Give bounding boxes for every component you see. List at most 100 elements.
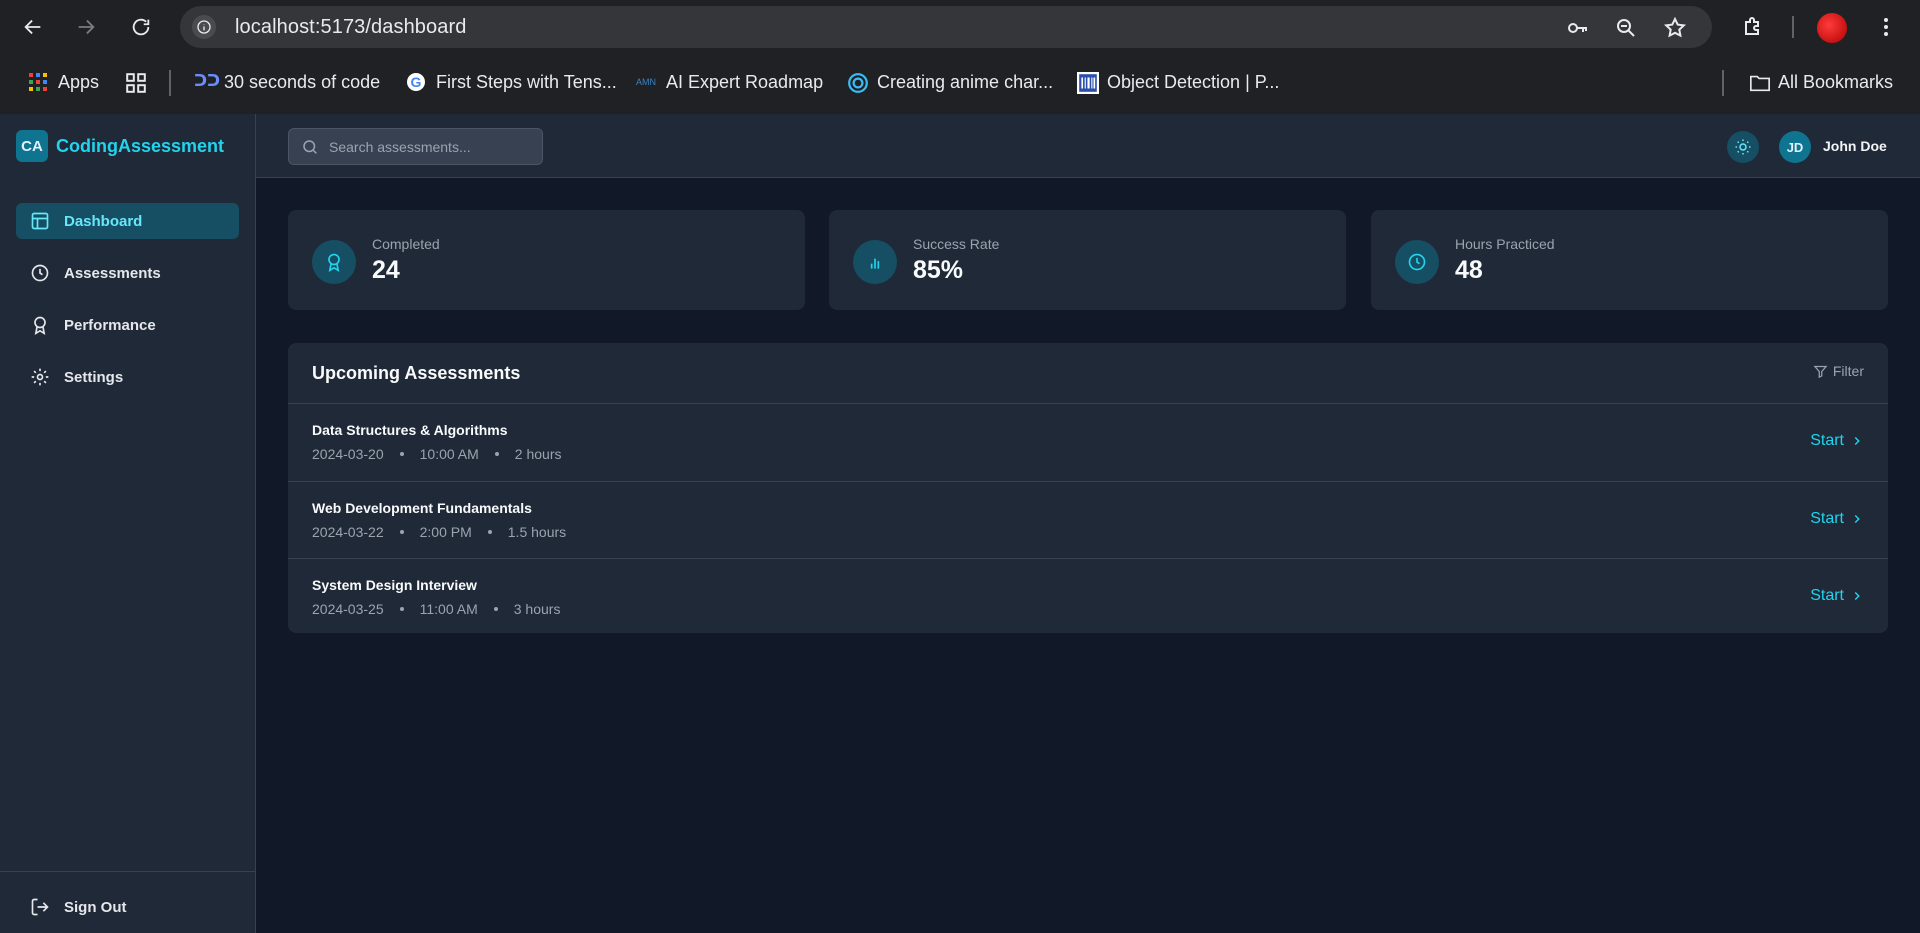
assessment-duration: 1.5 hours (507, 524, 567, 540)
assessment-row[interactable]: Data Structures & Algorithms 2024-03-20 … (288, 404, 1888, 481)
bookmark-star-icon[interactable] (1663, 16, 1687, 40)
chevron-right-icon (1854, 514, 1860, 524)
meta-dot (487, 530, 492, 534)
stat-label: Success Rate (913, 236, 1000, 252)
assessment-name: Data Structures & Algorithms (312, 422, 508, 438)
sidebar-item-dashboard[interactable]: Dashboard (16, 203, 239, 239)
brand-name: CodingAssessment (56, 135, 225, 156)
back-button[interactable] (16, 10, 50, 44)
bar-chart-icon (870, 258, 880, 269)
sidebar-item-label: Dashboard (64, 212, 143, 230)
assessment-time: 2:00 PM (419, 524, 472, 540)
toolbar-divider (1792, 16, 1794, 38)
filter-button[interactable]: Filter (1813, 363, 1864, 379)
start-label: Start (1810, 510, 1844, 527)
meta-dot (493, 607, 498, 611)
sidebar-item-assessments[interactable]: Assessments (16, 255, 239, 291)
password-key-icon[interactable] (1566, 16, 1590, 40)
bookmark-separator (1722, 70, 1724, 96)
assessment-row[interactable]: Web Development Fundamentals 2024-03-22 … (288, 482, 1888, 559)
bookmark-apps[interactable]: Apps (28, 70, 99, 94)
search-box[interactable] (288, 128, 543, 165)
theme-toggle-button[interactable] (1727, 131, 1759, 163)
assessment-name: Web Development Fundamentals (312, 500, 532, 516)
bookmark-label: 30 seconds of code (224, 71, 381, 92)
filter-label: Filter (1832, 363, 1864, 379)
google-icon: G (406, 72, 426, 92)
clock-icon (31, 264, 49, 282)
start-label: Start (1810, 432, 1844, 449)
sidebar-divider (0, 871, 256, 872)
bookmark-label: Object Detection | P... (1107, 71, 1280, 92)
sidebar-item-settings[interactable]: Settings (16, 359, 239, 395)
stat-value: 48 (1455, 256, 1483, 284)
assessment-time: 10:00 AM (419, 446, 479, 462)
gear-icon (31, 368, 49, 386)
zoom-icon[interactable] (1614, 16, 1638, 40)
anime-icon (847, 72, 868, 93)
browser-chrome: localhost:5173/dashboard Apps ᑐᑐ 30 seco… (0, 0, 1920, 114)
stat-value: 85% (913, 256, 964, 284)
search-icon (303, 139, 317, 154)
start-button[interactable]: Start (1810, 510, 1864, 528)
stat-label: Completed (372, 236, 440, 252)
start-button[interactable]: Start (1810, 432, 1864, 450)
extensions-button[interactable] (1738, 12, 1768, 42)
start-button[interactable]: Start (1810, 587, 1864, 605)
user-name[interactable]: John Doe (1823, 138, 1887, 154)
bookmark-30-seconds[interactable]: ᑐᑐ 30 seconds of code (194, 70, 380, 94)
search-input[interactable] (329, 138, 529, 155)
svg-text:G: G (411, 74, 422, 90)
back-arrow-icon (24, 19, 41, 35)
user-avatar[interactable]: JD (1779, 131, 1811, 163)
all-bookmarks-button[interactable]: All Bookmarks (1748, 70, 1893, 94)
bookmark-anime[interactable]: Creating anime char... (847, 70, 1053, 94)
chevron-right-icon (1854, 591, 1860, 601)
stat-icon-circle (1395, 240, 1439, 284)
filter-icon (1813, 365, 1828, 378)
assessment-name: System Design Interview (312, 577, 477, 593)
log-out-icon (31, 898, 49, 916)
apps-grid-icon (28, 72, 48, 92)
sign-out-label: Sign Out (64, 898, 127, 916)
assessment-date: 2024-03-22 (312, 524, 384, 540)
award-icon (328, 253, 340, 272)
browser-menu-button[interactable] (1871, 12, 1901, 42)
profile-avatar[interactable] (1817, 13, 1847, 43)
reload-button[interactable] (124, 10, 158, 44)
bookmark-tab-groups[interactable] (125, 70, 146, 94)
bookmark-label: Creating anime char... (877, 71, 1054, 92)
forward-button[interactable] (69, 10, 103, 44)
bookmark-tensorflow[interactable]: G First Steps with Tens... (406, 70, 617, 94)
sidebar: CA CodingAssessment Dashboard Assessment… (0, 114, 256, 933)
puzzle-icon (1745, 17, 1759, 35)
bookmark-object-detection[interactable]: Object Detection | P... (1077, 70, 1279, 94)
bookmark-label: AI Expert Roadmap (666, 71, 824, 92)
top-bar: JD John Doe (256, 114, 1920, 178)
url-text: localhost:5173/dashboard (235, 16, 467, 38)
sign-out-button[interactable]: Sign Out (16, 889, 239, 925)
assessment-time: 11:00 AM (419, 601, 478, 617)
app-root: CA CodingAssessment Dashboard Assessment… (0, 114, 1920, 933)
meta-dot (494, 452, 499, 456)
stat-value: 24 (372, 256, 400, 284)
sidebar-item-performance[interactable]: Performance (16, 307, 239, 343)
roadmap-icon: AMN (636, 77, 656, 87)
chevron-right-icon (1854, 436, 1860, 446)
assessment-row[interactable]: System Design Interview 2024-03-25 11:00… (288, 559, 1888, 633)
bookmarks-bar: Apps ᑐᑐ 30 seconds of code G First Steps… (0, 60, 1920, 104)
site-info-icon[interactable] (192, 15, 216, 39)
assessment-meta: 2024-03-22 2:00 PM 1.5 hours (312, 524, 566, 540)
folder-icon (1748, 72, 1770, 92)
stat-icon-circle (853, 240, 897, 284)
brand[interactable]: CA CodingAssessment (16, 130, 224, 162)
start-label: Start (1810, 587, 1844, 604)
bookmark-label: First Steps with Tens... (436, 71, 617, 92)
award-icon (34, 316, 46, 335)
bookmark-ai-roadmap[interactable]: AMN AI Expert Roadmap (636, 70, 823, 94)
brand-logo: CA (16, 130, 48, 162)
bookmark-label: Apps (58, 71, 100, 92)
stat-card-hours-practiced: Hours Practiced 48 (1371, 210, 1888, 310)
meta-dot (399, 607, 404, 611)
address-bar[interactable]: localhost:5173/dashboard (180, 6, 1712, 48)
